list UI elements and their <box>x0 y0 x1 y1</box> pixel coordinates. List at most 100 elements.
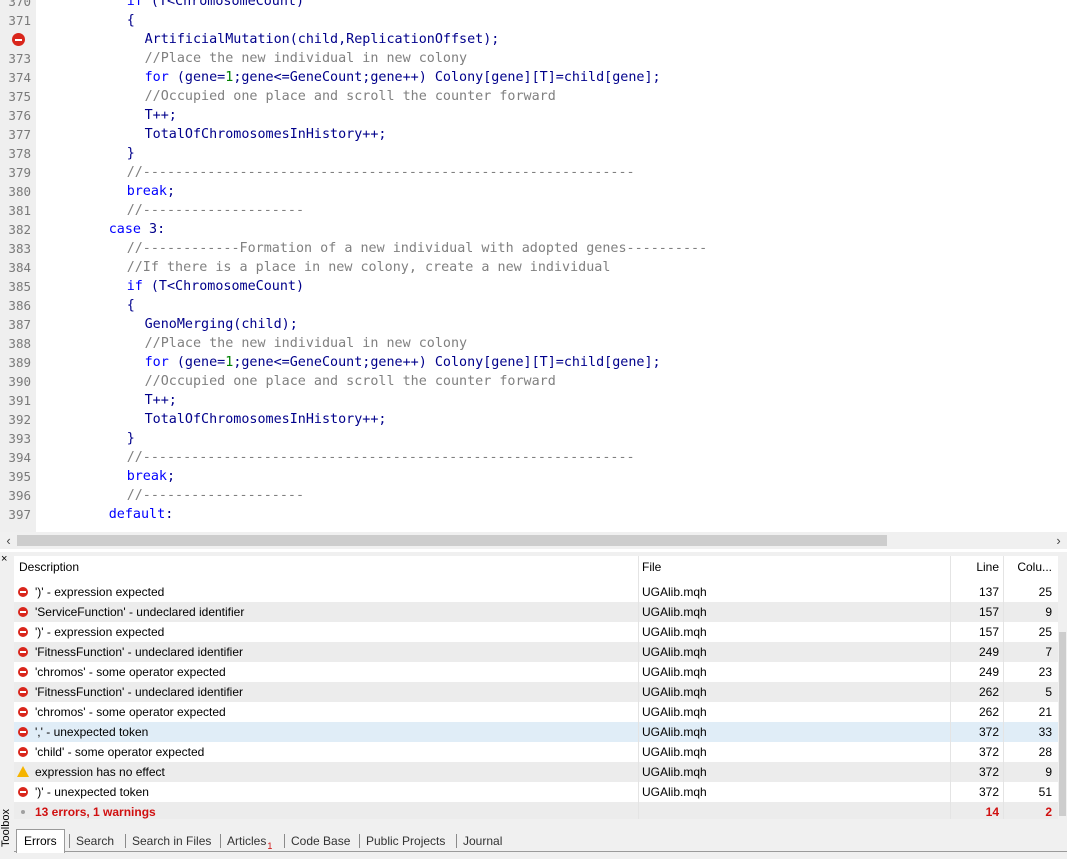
code-line[interactable]: ArtificialMutation(child,ReplicationOffs… <box>0 30 1067 49</box>
column-header-description[interactable]: Description <box>19 556 79 576</box>
table-row[interactable]: 'chromos' - some operator expected UGAlib… <box>14 702 1058 722</box>
code-text[interactable]: //Occupied one place and scroll the coun… <box>145 87 556 106</box>
toolbox-title[interactable]: Toolbox <box>0 806 12 850</box>
line-number: 394 <box>8 450 31 465</box>
code-token-default: { <box>126 13 135 28</box>
line-number: 390 <box>8 374 31 389</box>
scrollbar-thumb[interactable] <box>17 535 887 546</box>
code-editor[interactable]: 370 if (T<ChromosomeCount) 371 {ArtificialM… <box>0 0 1067 532</box>
code-text[interactable]: //--------------------------------------… <box>127 163 635 182</box>
code-text[interactable]: //--------------------------------------… <box>127 448 635 467</box>
table-row[interactable]: 'FitnessFunction' - undeclared identifie… <box>14 682 1058 702</box>
code-text[interactable]: //Place the new individual in new colony <box>145 49 467 68</box>
scrollbar-thumb[interactable] <box>1059 632 1066 816</box>
tab-search[interactable]: Search <box>76 830 114 852</box>
tab-search-in-files[interactable]: Search in Files <box>132 830 211 852</box>
code-text[interactable]: default: <box>109 505 174 524</box>
code-text[interactable]: //-------------------- <box>127 201 304 220</box>
editor-horizontal-scrollbar[interactable]: ‹ › <box>0 532 1067 549</box>
code-line[interactable]: 370 if (T<ChromosomeCount) <box>0 0 1067 11</box>
code-text[interactable]: if (T<ChromosomeCount) <box>127 277 304 296</box>
code-text[interactable]: for (gene=1;gene<=GeneCount;gene++) Colo… <box>145 353 661 372</box>
table-row[interactable]: 'chromos' - some operator expected UGAlib… <box>14 662 1058 682</box>
code-text[interactable]: //-------------------- <box>127 486 304 505</box>
code-line[interactable]: 373 //Place the new individual in new col… <box>0 49 1067 68</box>
code-line[interactable]: 371 { <box>0 11 1067 30</box>
code-line[interactable]: 382 case 3: <box>0 220 1067 239</box>
code-line[interactable]: 392 TotalOfChromosomesInHistory++; <box>0 410 1067 429</box>
code-text[interactable]: TotalOfChromosomesInHistory++; <box>145 410 387 429</box>
code-text[interactable]: TotalOfChromosomesInHistory++; <box>145 125 387 144</box>
errors-table[interactable]: Description File Line Colu... ')' - expr… <box>14 556 1058 819</box>
code-text[interactable]: } <box>127 429 135 448</box>
tab-errors[interactable]: Errors <box>16 829 65 853</box>
code-text[interactable]: } <box>127 144 135 163</box>
code-text[interactable]: if (T<ChromosomeCount) <box>127 0 304 11</box>
code-text[interactable]: break; <box>127 182 175 201</box>
table-row[interactable]: ',' - unexpected token UGAlib.mqh 372 33 <box>14 722 1058 742</box>
code-line[interactable]: 390 //Occupied one place and scroll the c… <box>0 372 1067 391</box>
code-text[interactable]: break; <box>127 467 175 486</box>
close-icon[interactable]: × <box>1 553 7 565</box>
code-text[interactable]: for (gene=1;gene<=GeneCount;gene++) Colo… <box>145 68 661 87</box>
cell-line: 249 <box>978 645 999 659</box>
cell-line: 137 <box>978 585 999 599</box>
code-text[interactable]: T++; <box>145 106 177 125</box>
tab-public-projects[interactable]: Public Projects <box>366 830 445 852</box>
chevron-left-icon[interactable]: ‹ <box>0 532 17 549</box>
code-text[interactable]: //------------Formation of a new individ… <box>127 239 707 258</box>
code-text[interactable]: //Occupied one place and scroll the coun… <box>145 372 556 391</box>
tab-articles[interactable]: Articles1 <box>227 830 272 852</box>
line-number: 376 <box>8 108 31 123</box>
code-line[interactable]: 393} <box>0 429 1067 448</box>
code-line[interactable]: 374 for (gene=1;gene<=GeneCount;gene++) C… <box>0 68 1067 87</box>
code-line[interactable]: 381 //-------------------- <box>0 201 1067 220</box>
code-text[interactable]: { <box>127 296 135 315</box>
column-header-column[interactable]: Colu... <box>1004 556 1052 576</box>
tab-code-base[interactable]: Code Base <box>291 830 350 852</box>
code-text[interactable]: //If there is a place in new colony, cre… <box>127 258 611 277</box>
code-line[interactable]: 380 break; <box>0 182 1067 201</box>
code-text[interactable]: GenoMerging(child); <box>145 315 298 334</box>
code-text[interactable]: case 3: <box>109 220 165 239</box>
tab-journal[interactable]: Journal <box>463 830 502 852</box>
chevron-right-icon[interactable]: › <box>1050 532 1067 549</box>
code-line[interactable]: 386 { <box>0 296 1067 315</box>
summary-row[interactable]: 13 errors, 1 warnings 14 2 <box>14 802 1058 819</box>
code-text[interactable]: T++; <box>145 391 177 410</box>
table-row[interactable]: 'ServiceFunction' - undeclared identifie… <box>14 602 1058 622</box>
table-row[interactable]: 'FitnessFunction' - undeclared identifie… <box>14 642 1058 662</box>
table-row[interactable]: ')' - expression expected UGAlib.mqh 137 25 <box>14 582 1058 602</box>
code-line[interactable]: 396 //-------------------- <box>0 486 1067 505</box>
code-line[interactable]: 377 TotalOfChromosomesInHistory++; <box>0 125 1067 144</box>
error-marker-icon[interactable] <box>12 33 25 46</box>
code-line[interactable]: 397 default: <box>0 505 1067 524</box>
line-number: 377 <box>8 127 31 142</box>
code-line[interactable]: 383 //------------Formation of a new indi… <box>0 239 1067 258</box>
code-line[interactable]: 384 //If there is a place in new colony, … <box>0 258 1067 277</box>
table-row[interactable]: ')' - unexpected token UGAlib.mqh 372 51 <box>14 782 1058 802</box>
code-line[interactable]: 378} <box>0 144 1067 163</box>
code-line[interactable]: 376 T++; <box>0 106 1067 125</box>
code-token-comment: //------------Formation of a new individ… <box>126 241 708 256</box>
code-text[interactable]: ArtificialMutation(child,ReplicationOffs… <box>145 30 500 49</box>
table-row[interactable]: ')' - expression expected UGAlib.mqh 157 25 <box>14 622 1058 642</box>
code-line[interactable]: 388 //Place the new individual in new col… <box>0 334 1067 353</box>
code-line[interactable]: 389 for (gene=1;gene<=GeneCount;gene++) C… <box>0 353 1067 372</box>
table-row[interactable]: 'child' - some operator expected UGAlib.m… <box>14 742 1058 762</box>
error-circle-icon <box>18 727 28 737</box>
code-token-comment: //--------------------------------------… <box>126 450 635 465</box>
code-line[interactable]: 391 T++; <box>0 391 1067 410</box>
code-text[interactable]: //Place the new individual in new colony <box>145 334 467 353</box>
code-line[interactable]: 375 //Occupied one place and scroll the c… <box>0 87 1067 106</box>
column-header-line[interactable]: Line <box>951 556 999 576</box>
code-line[interactable]: 379 //-----------------------------------… <box>0 163 1067 182</box>
code-line[interactable]: 395 break; <box>0 467 1067 486</box>
column-header-file[interactable]: File <box>642 556 661 576</box>
errors-vertical-scrollbar[interactable] <box>1058 556 1067 819</box>
code-line[interactable]: 387 GenoMerging(child); <box>0 315 1067 334</box>
code-line[interactable]: 385 if (T<ChromosomeCount) <box>0 277 1067 296</box>
code-text[interactable]: { <box>127 11 135 30</box>
code-line[interactable]: 394 //-----------------------------------… <box>0 448 1067 467</box>
table-row[interactable]: expression has no effect UGAlib.mqh 372 9 <box>14 762 1058 782</box>
